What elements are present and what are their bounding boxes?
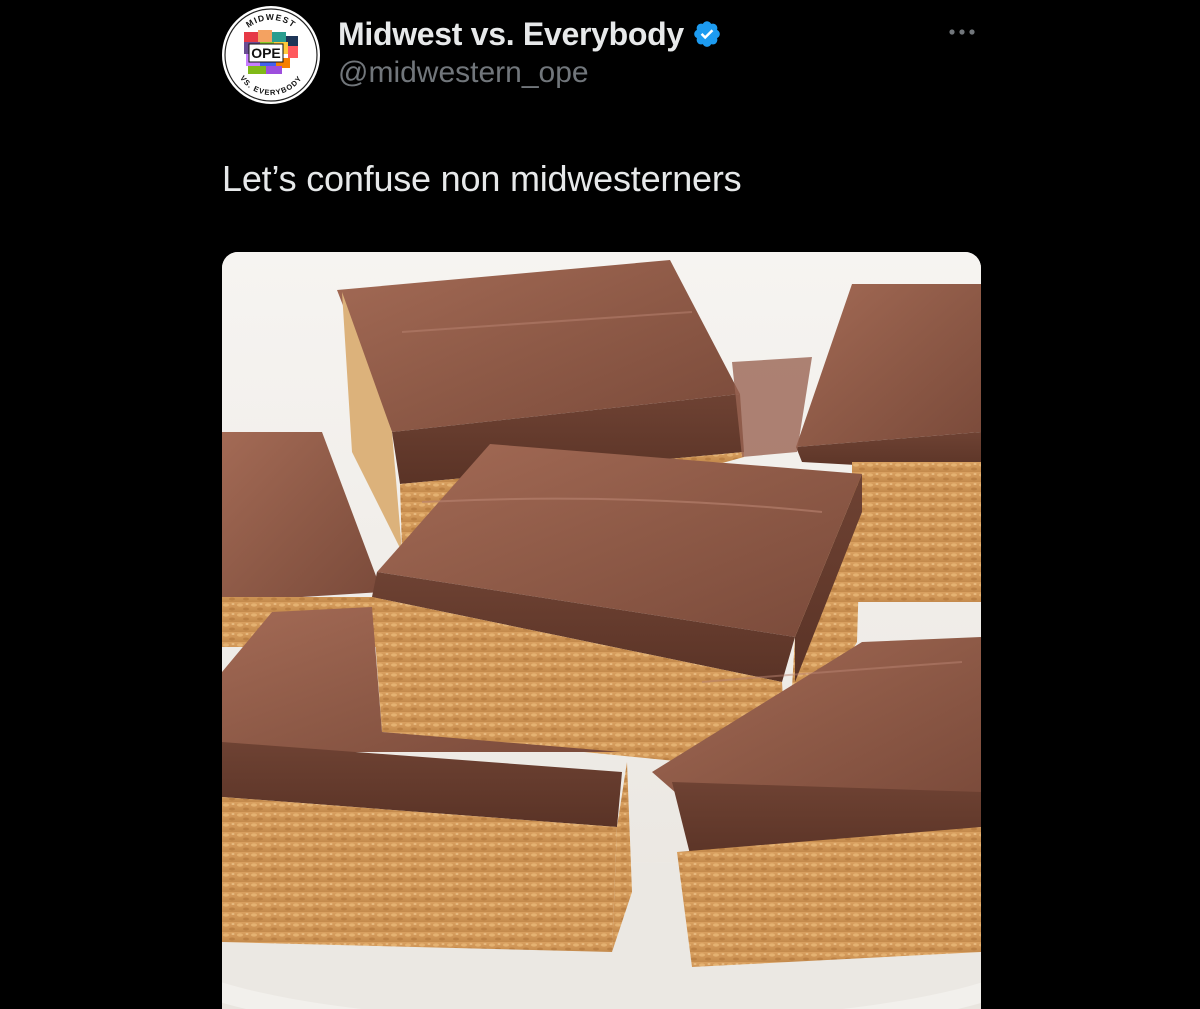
author-display-name[interactable]: Midwest vs. Everybody <box>338 16 684 53</box>
midwest-ope-logo-icon: OPE MIDWEST VS. EVERYBODY <box>223 7 319 103</box>
verified-badge-icon[interactable] <box>692 19 722 49</box>
tweet-photo[interactable] <box>222 252 981 1009</box>
more-horizontal-icon <box>949 29 975 35</box>
author-avatar[interactable]: OPE MIDWEST VS. EVERYBODY <box>222 6 320 104</box>
svg-text:OPE: OPE <box>251 45 281 61</box>
more-options-button[interactable] <box>940 20 984 44</box>
author-handle[interactable]: @midwestern_ope <box>338 56 589 90</box>
tweet-text: Let’s confuse non midwesterners <box>222 158 742 199</box>
author-name-row[interactable]: Midwest vs. Everybody <box>338 12 722 56</box>
chocolate-scotcheroos-photo-icon <box>222 252 981 1009</box>
tweet-view: OPE MIDWEST VS. EVERYBODY Midwest vs. Ev… <box>0 0 1200 1009</box>
